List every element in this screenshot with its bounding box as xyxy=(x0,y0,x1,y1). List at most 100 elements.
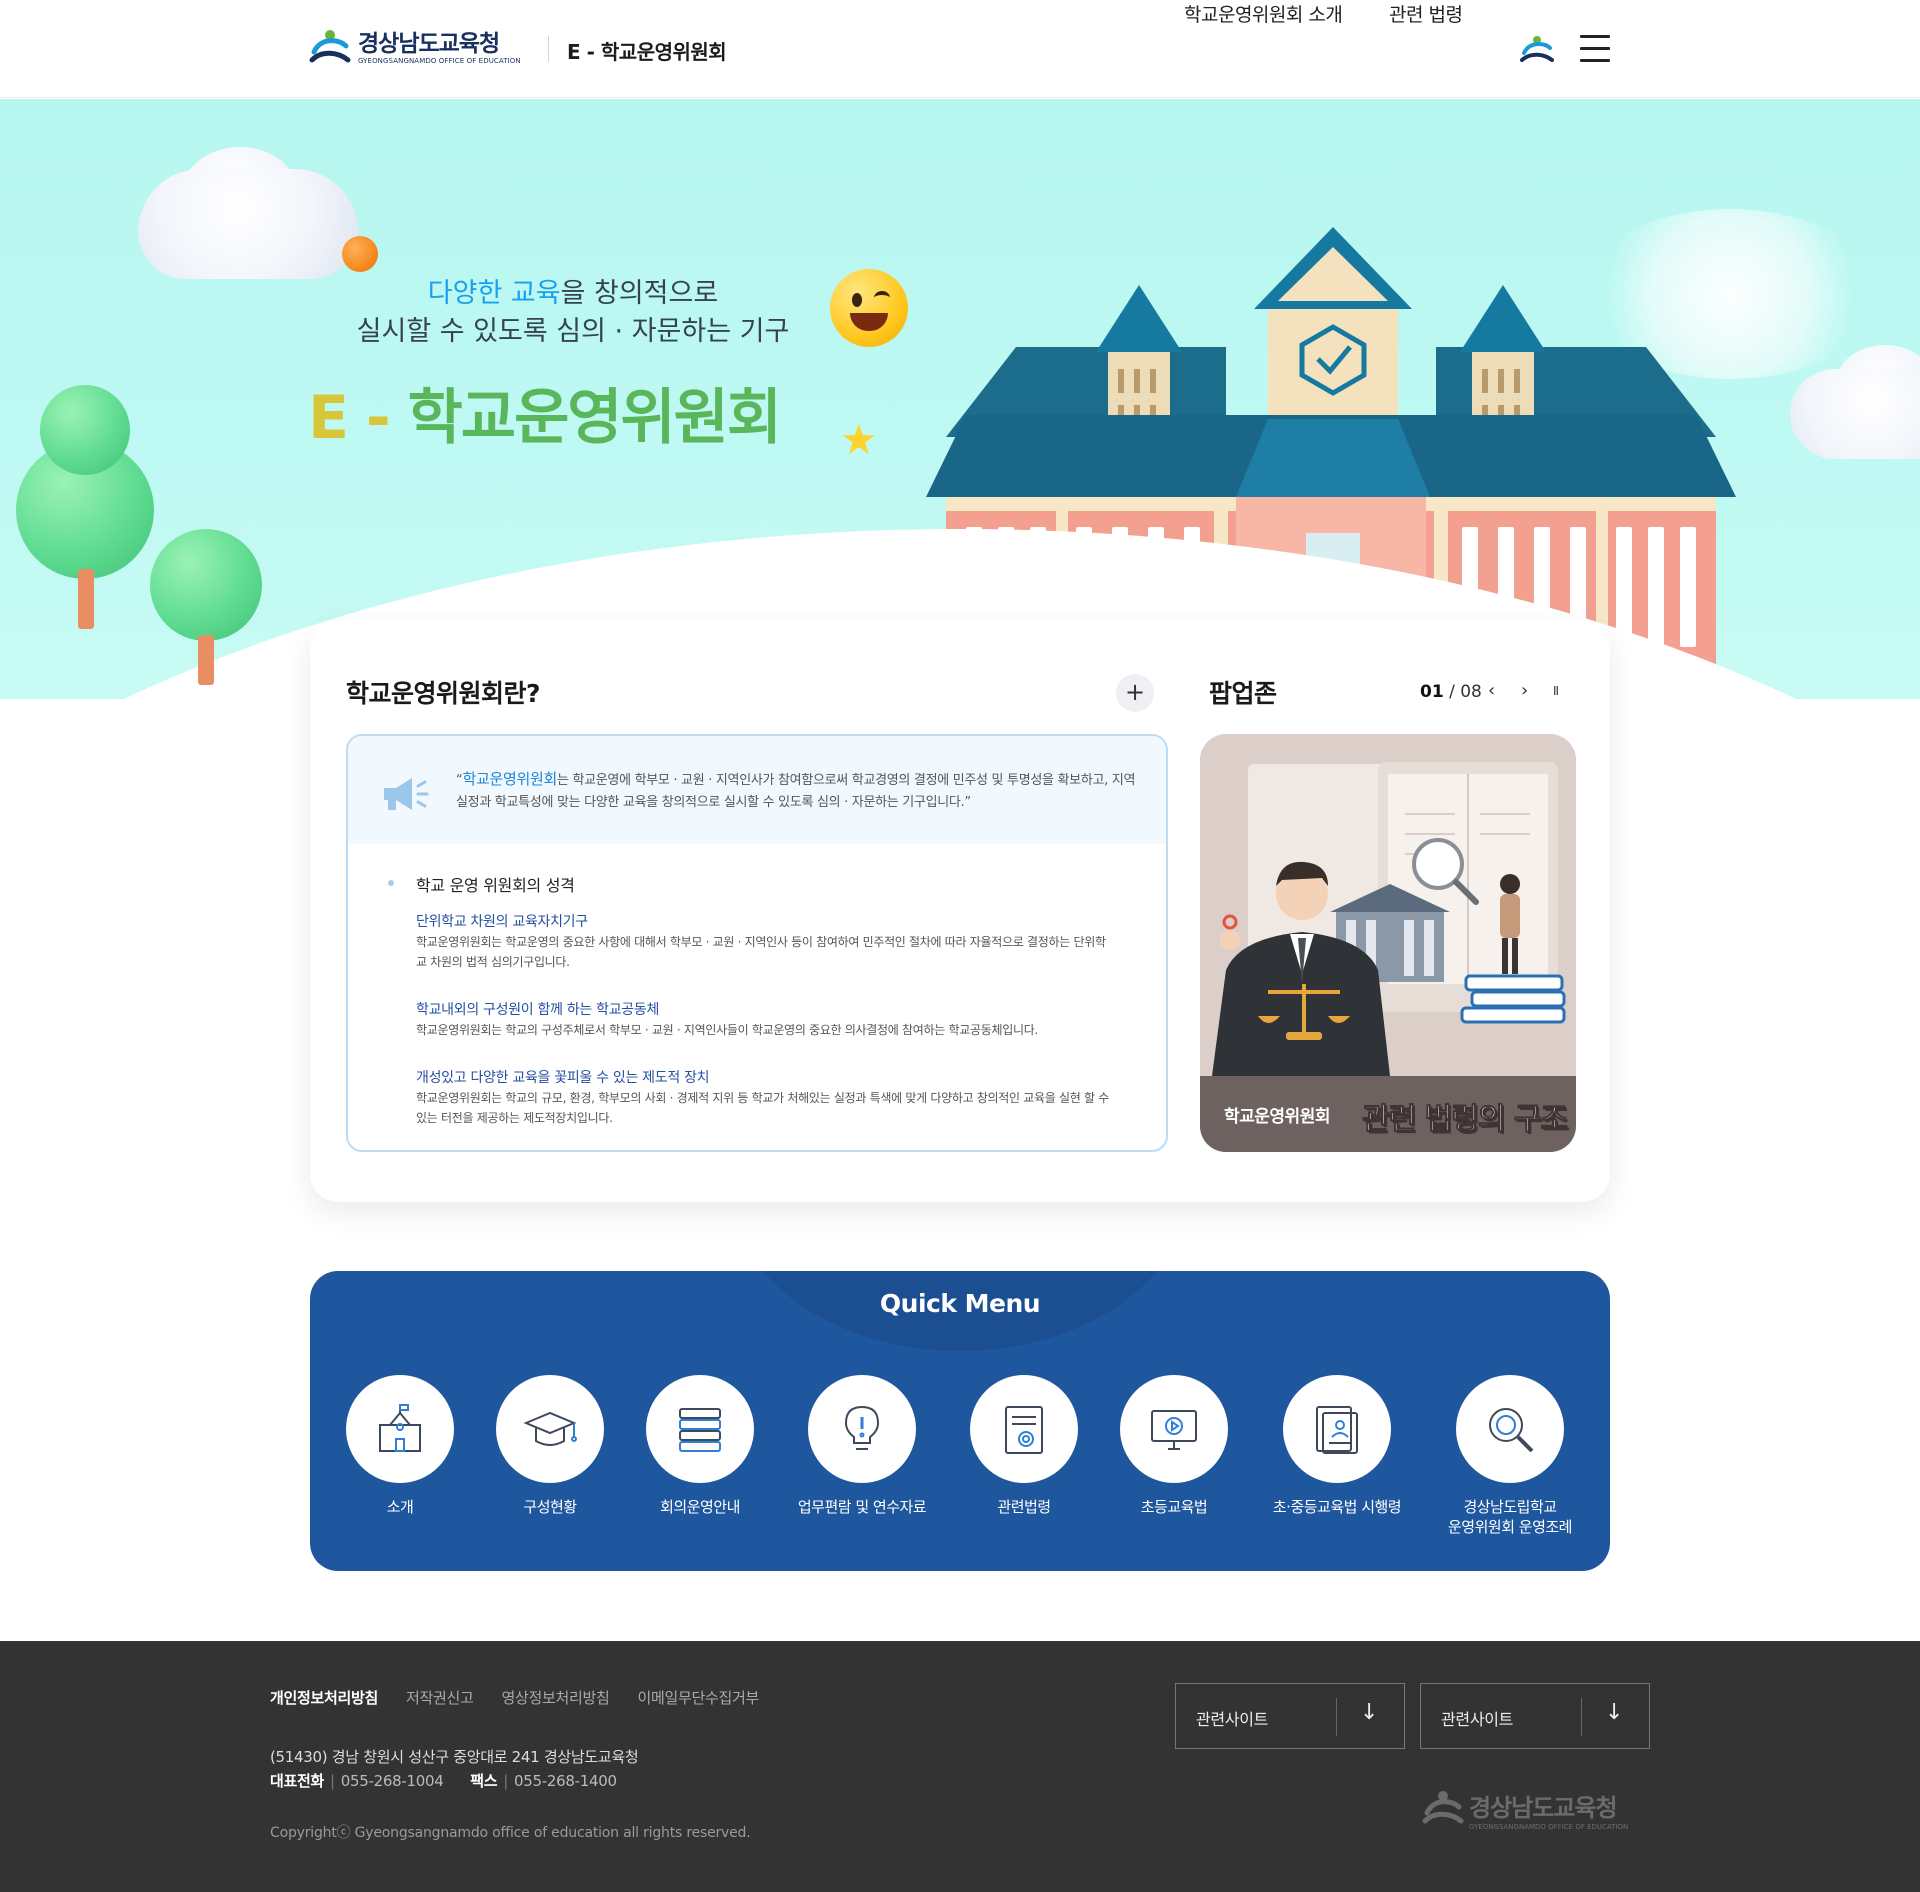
hero-subtitle-highlight: 다양한 교육 xyxy=(427,278,561,309)
quote-keyword: 학교운영위원회 xyxy=(462,770,557,788)
tree xyxy=(40,385,130,475)
item-text: 학교운영위원회는 학교의 구성주체로서 학부모 · 교원 · 지역인사들이 학교… xyxy=(416,1023,1038,1037)
footer-link-copyright[interactable]: 저작권신고 xyxy=(406,1687,474,1708)
pager-current: 01 xyxy=(1420,682,1444,702)
intro-quote-text: “학교운영위원회는 학교운영에 학부모 · 교원 · 지역인사가 참여함으로써 … xyxy=(456,768,1146,814)
info-card: 학교운영위원회란? + “학교운영위원회는 학교운영에 학부모 · 교원 · 지… xyxy=(310,620,1610,1202)
lawyer-illustration xyxy=(1212,762,1566,1076)
emblem-icon[interactable] xyxy=(1519,32,1555,68)
footer-link-email[interactable]: 이메일무단수집거부 xyxy=(638,1687,760,1708)
popup-zone-title: 팝업존 xyxy=(1209,679,1277,708)
hero-subtitle-line1: 을 창의적으로 xyxy=(560,278,719,309)
phone-number: 055-268-1004 xyxy=(340,1772,444,1790)
tree-trunk xyxy=(78,569,94,629)
quick-item-label: 업무편람 및 연수자료 xyxy=(797,1498,927,1516)
orange-ball xyxy=(342,236,378,272)
quick-item-members[interactable]: 구성현황 xyxy=(470,1375,630,1517)
hero-title: E - 학교운영위원회 xyxy=(308,369,782,456)
caption-big: 관련 법령의 구조 xyxy=(1361,1102,1568,1138)
footer-link-privacy[interactable]: 개인정보처리방침 xyxy=(270,1687,378,1708)
quick-item-laws[interactable]: 관련법령 xyxy=(944,1375,1104,1517)
caption-small: 학교운영위원회 xyxy=(1224,1107,1330,1127)
nav-intro[interactable]: 학교운영위원회 소개 xyxy=(1184,0,1343,27)
divider xyxy=(548,36,549,62)
megaphone-icon xyxy=(384,778,429,810)
quick-item-label: 초등교육법 xyxy=(1140,1498,1208,1516)
arrow-down-icon: ↓ xyxy=(1605,1700,1624,1725)
hero-banner: 다양한 교육을 창의적으로 실시할 수 있도록 심의 · 자문하는 기구 E -… xyxy=(0,99,1920,699)
quick-item-elementary[interactable]: 초등교육법 xyxy=(1094,1375,1254,1517)
quick-item-meeting[interactable]: 회의운영안내 xyxy=(620,1375,780,1517)
popup-pause-button[interactable]: II xyxy=(1553,684,1559,698)
popup-next-button[interactable]: › xyxy=(1521,680,1528,701)
site-footer: 개인정보처리방침 저작권신고 영상정보처리방침 이메일무단수집거부 (51430… xyxy=(0,1641,1920,1892)
quick-item-decree[interactable]: 초·중등교육법 시행령 xyxy=(1257,1375,1417,1517)
certificate-icon xyxy=(1005,1406,1043,1454)
select-label: 관련사이트 xyxy=(1196,1710,1269,1729)
list-item: 개성있고 다양한 교육을 꽃피울 수 있는 제도적 장치 학교운영위원회는 학교… xyxy=(416,1068,1128,1128)
logo-mark-icon xyxy=(309,30,351,63)
magnifier-icon xyxy=(1489,1408,1534,1453)
intro-details: 학교 운영 위원회의 성격 단위학교 차원의 교육자치기구 학교운영위원회는 학… xyxy=(388,872,1128,1128)
arrow-down-icon: ↓ xyxy=(1360,1700,1379,1725)
quick-item-ordinance[interactable]: 경상남도립학교 운영위원회 운영조례 xyxy=(1430,1375,1590,1537)
related-site-select[interactable]: 관련사이트 ↓ xyxy=(1420,1683,1650,1749)
monitor-play-icon xyxy=(1151,1410,1197,1450)
more-button[interactable]: + xyxy=(1116,674,1154,712)
address-text: (51430) 경남 창원시 성산구 중앙대로 241 경상남도교육청 xyxy=(270,1748,639,1766)
hero-title-main: 학교운영위원회 xyxy=(407,383,782,453)
logo-subtext: GYEONGSANGNAMDO OFFICE OF EDUCATION xyxy=(358,56,521,65)
logo-mark-icon xyxy=(1422,1791,1464,1824)
winking-emoji-icon xyxy=(830,269,908,347)
footer-links: 개인정보처리방침 저작권신고 영상정보처리방침 이메일무단수집거부 xyxy=(270,1687,787,1708)
item-title: 학교내외의 구성원이 함께 하는 학교공동체 xyxy=(416,1002,660,1018)
footer-address: (51430) 경남 창원시 성산구 중앙대로 241 경상남도교육청 대표전화… xyxy=(270,1745,639,1793)
item-title: 단위학교 차원의 교육자치기구 xyxy=(416,914,588,930)
intro-box: “학교운영위원회는 학교운영에 학부모 · 교원 · 지역인사가 참여함으로써 … xyxy=(346,734,1168,1152)
pager-total: / 08 xyxy=(1449,682,1482,702)
logo[interactable]: 경상남도교육청 GYEONGSANGNAMDO OFFICE OF EDUCAT… xyxy=(308,26,521,70)
copyright: Copyrightⓒ Gyeongsangnamdo office of edu… xyxy=(270,1825,751,1841)
lightbulb-icon xyxy=(844,1405,880,1450)
popup-prev-button[interactable]: ‹ xyxy=(1488,680,1495,701)
quick-item-manual[interactable]: 업무편람 및 연수자료 xyxy=(782,1375,942,1517)
footer-link-cctv[interactable]: 영상정보처리방침 xyxy=(502,1687,610,1708)
intro-quote: “학교운영위원회는 학교운영에 학부모 · 교원 · 지역인사가 참여함으로써 … xyxy=(348,736,1166,844)
fax-label: 팩스 xyxy=(470,1772,498,1790)
quick-item-label: 경상남도립학교 운영위원회 운영조례 xyxy=(1448,1498,1572,1536)
graduation-cap-icon xyxy=(523,1411,577,1446)
star-icon: ★ xyxy=(840,415,878,464)
quick-item-label: 회의운영안내 xyxy=(660,1498,740,1516)
item-text: 학교운영위원회는 학교운영의 중요한 사항에 대해서 학부모 · 교원 · 지역… xyxy=(416,935,1106,969)
quote-body: 는 학교운영에 학부모 · 교원 · 지역인사가 참여함으로써 학교경영의 결정… xyxy=(456,773,1136,810)
nav-laws[interactable]: 관련 법령 xyxy=(1389,0,1463,27)
hero-title-prefix: E - xyxy=(308,383,408,453)
quick-item-label: 소개 xyxy=(386,1498,414,1516)
footer-logo-text: 경상남도교육청 xyxy=(1469,1793,1618,1822)
select-label: 관련사이트 xyxy=(1441,1710,1514,1729)
item-text: 학교운영위원회는 학교의 규모, 환경, 학부모의 사회 · 경제적 지위 등 … xyxy=(416,1091,1110,1125)
hero-subtitle-line2: 실시할 수 있도록 심의 · 자문하는 기구 xyxy=(356,316,790,347)
site-title[interactable]: E - 학교운영위원회 xyxy=(567,36,727,65)
quick-item-label: 초·중등교육법 시행령 xyxy=(1272,1498,1402,1516)
item-title: 개성있고 다양한 교육을 꽃피울 수 있는 제도적 장치 xyxy=(416,1070,710,1086)
site-header: 경상남도교육청 GYEONGSANGNAMDO OFFICE OF EDUCAT… xyxy=(0,0,1920,98)
school-icon xyxy=(379,1404,421,1452)
hamburger-icon[interactable] xyxy=(1580,35,1610,63)
quick-item-intro[interactable]: 소개 xyxy=(320,1375,480,1517)
tree xyxy=(150,529,262,641)
section-heading: 학교 운영 위원회의 성격 xyxy=(388,872,1128,896)
logo-text: 경상남도교육청 xyxy=(358,30,500,57)
popup-pager: 01 / 08 xyxy=(1420,682,1482,702)
phone-label: 대표전화 xyxy=(270,1772,325,1790)
quick-item-label: 구성현황 xyxy=(523,1498,577,1516)
footer-logo: 경상남도교육청 GYEONGSANGNAMDO OFFICE OF EDUCAT… xyxy=(1421,1787,1628,1831)
quick-menu: Quick Menu 소개 구성현황 회의운영안내 업무편람 및 연수자료 관련… xyxy=(310,1271,1610,1571)
intro-title: 학교운영위원회란? xyxy=(346,679,541,708)
popup-caption: 학교운영위원회 관련 법령의 구조 xyxy=(1200,1076,1576,1152)
document-user-icon xyxy=(1316,1406,1358,1454)
popup-banner[interactable]: 학교운영위원회 관련 법령의 구조 xyxy=(1200,734,1576,1152)
cloud xyxy=(138,169,358,279)
related-site-select[interactable]: 관련사이트 ↓ xyxy=(1175,1683,1405,1749)
quick-menu-title: Quick Menu xyxy=(879,1289,1041,1318)
